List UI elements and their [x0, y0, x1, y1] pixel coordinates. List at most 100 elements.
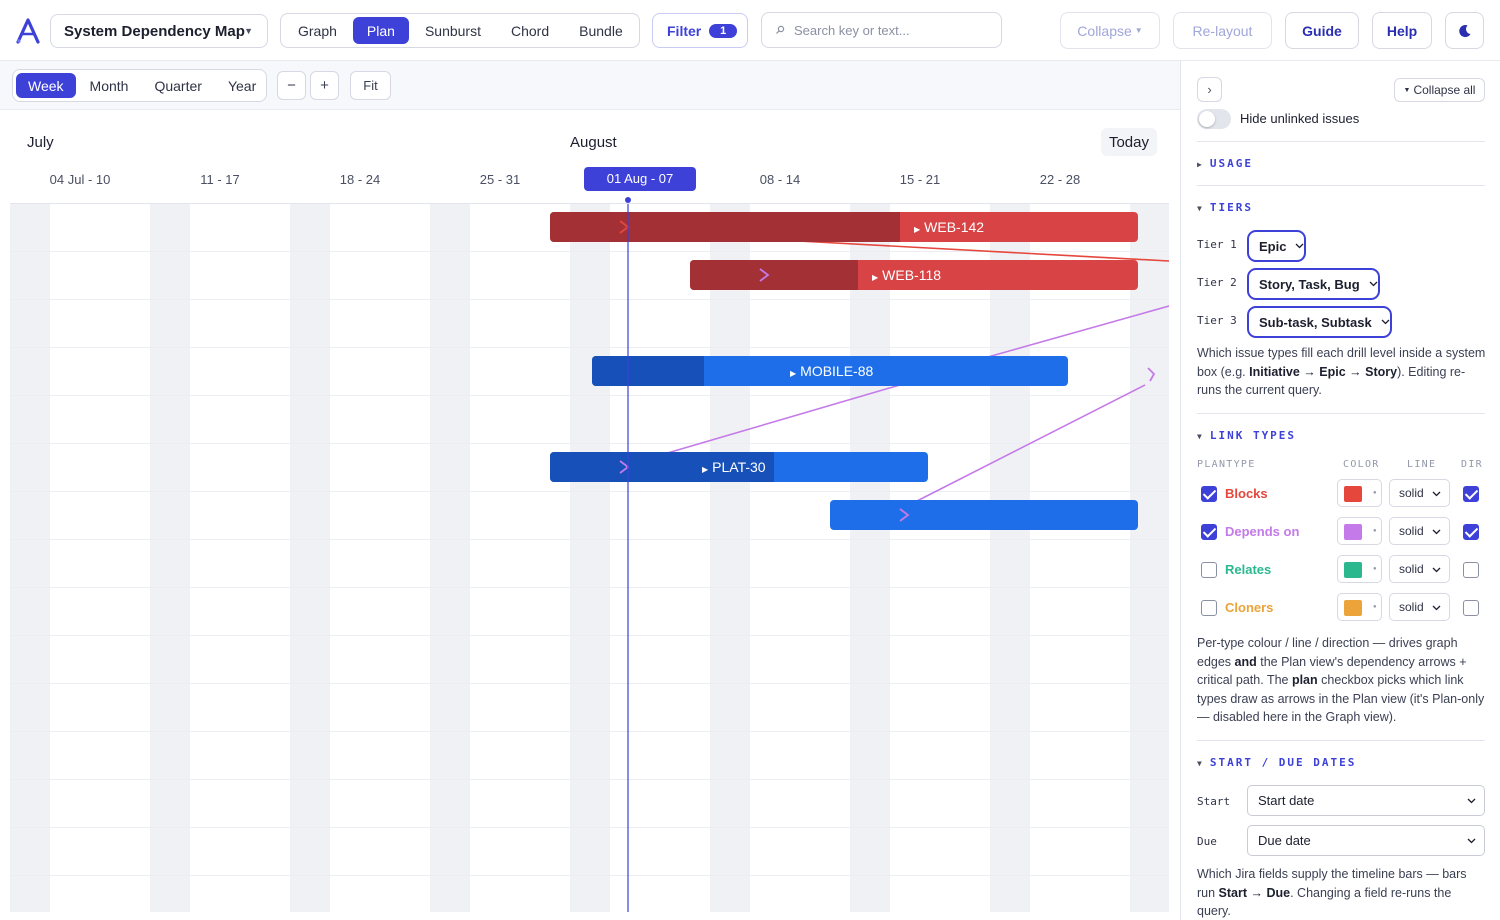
color-swatch	[1344, 600, 1362, 616]
dark-mode-toggle[interactable]	[1445, 12, 1484, 49]
search-input[interactable]	[794, 22, 984, 38]
view-tab-chord[interactable]: Chord	[497, 17, 563, 44]
zoom-week[interactable]: Week	[16, 73, 76, 98]
color-picker[interactable]: ●	[1337, 555, 1382, 583]
guide-button[interactable]: Guide	[1285, 12, 1359, 49]
line-style-select[interactable]: solid	[1389, 479, 1450, 507]
direction-checkbox[interactable]	[1463, 562, 1479, 578]
zoom-out-button[interactable]: −	[277, 71, 306, 100]
chevron-down-icon	[1381, 319, 1390, 325]
line-style-select[interactable]: solid	[1389, 517, 1450, 545]
caret-down-icon: ▼	[1197, 204, 1204, 213]
color-picker[interactable]: ●	[1337, 479, 1382, 507]
link-type-name: Depends on	[1225, 524, 1300, 539]
view-tab-graph[interactable]: Graph	[284, 17, 351, 44]
hide-unlinked-toggle[interactable]	[1197, 109, 1231, 129]
link-type-row: Blocks ● solid	[1197, 479, 1487, 509]
arrow-head-icon	[619, 460, 630, 474]
zoom-month[interactable]: Month	[78, 73, 141, 98]
project-name: System Dependency Map	[64, 22, 245, 40]
plan-checkbox[interactable]	[1201, 562, 1217, 578]
fit-button[interactable]: Fit	[350, 71, 391, 100]
caret-down-icon: ▼	[1197, 759, 1204, 768]
chevron-down-icon	[1432, 605, 1441, 611]
project-selector[interactable]: System Dependency Map ▼	[50, 14, 268, 48]
search-icon	[776, 25, 785, 34]
zoom-switcher: Week Month Quarter Year	[12, 69, 267, 102]
chevron-down-icon	[1369, 281, 1378, 287]
arrow-head-icon	[619, 220, 630, 234]
view-tab-bundle[interactable]: Bundle	[565, 17, 637, 44]
timeline-overlay	[619, 204, 1156, 912]
dot-icon: ●	[1373, 566, 1377, 572]
tiers-help-text: Which issue types fill each drill level …	[1197, 346, 1486, 398]
chevron-down-icon	[1432, 567, 1441, 573]
link-type-name: Relates	[1225, 562, 1272, 577]
arrow-head-icon	[899, 508, 910, 522]
direction-checkbox[interactable]	[1463, 600, 1479, 616]
chevron-down-icon	[1467, 798, 1476, 804]
start-date-select[interactable]: Start date	[1247, 785, 1485, 816]
settings-panel: › ▼ Collapse all Hide unlinked issues ▶ U…	[1180, 61, 1500, 920]
col-header-color: COLOR	[1343, 459, 1380, 470]
section-link-types-header[interactable]: ▼ LINK TYPES	[1197, 429, 1296, 442]
plan-checkbox[interactable]	[1201, 524, 1217, 540]
col-header-dir: DIR	[1461, 459, 1483, 470]
direction-checkbox[interactable]	[1463, 524, 1479, 540]
app-logo-icon[interactable]	[16, 18, 40, 44]
dates-help-text: Which Jira fields supply the timeline ba…	[1197, 867, 1467, 919]
today-dot	[625, 197, 631, 203]
zoom-in-button[interactable]: +	[310, 71, 339, 100]
color-swatch	[1344, 486, 1362, 502]
tier-3-select[interactable]: Sub-task, Subtask	[1247, 306, 1392, 338]
section-divider	[1197, 185, 1485, 186]
view-tab-sunburst[interactable]: Sunburst	[411, 17, 495, 44]
filter-button[interactable]: Filter 1	[652, 13, 748, 48]
due-date-select[interactable]: Due date	[1247, 825, 1485, 856]
chevron-down-icon	[1432, 529, 1441, 535]
line-style-select[interactable]: solid	[1389, 555, 1450, 583]
hide-unlinked-label: Hide unlinked issues	[1240, 111, 1360, 126]
help-button[interactable]: Help	[1372, 12, 1432, 49]
expand-panel-button[interactable]: ›	[1197, 77, 1222, 102]
section-tiers-header[interactable]: ▼ TIERS	[1197, 201, 1253, 214]
moon-icon	[1458, 24, 1470, 37]
tier-3-label: Tier 3	[1197, 314, 1237, 327]
caret-down-icon: ▼	[244, 26, 253, 36]
link-type-row: Depends on ● solid	[1197, 517, 1487, 547]
top-bar: System Dependency Map ▼ Graph Plan Sunbu…	[0, 0, 1500, 61]
view-switcher: Graph Plan Sunburst Chord Bundle	[280, 13, 640, 48]
section-dates-header[interactable]: ▼ START / DUE DATES	[1197, 756, 1356, 769]
zoom-quarter[interactable]: Quarter	[142, 73, 213, 98]
arrow-head-icon	[1147, 367, 1156, 382]
relayout-button[interactable]: Re-layout	[1173, 12, 1272, 49]
color-picker[interactable]: ●	[1337, 593, 1382, 621]
line-style-select[interactable]: solid	[1389, 593, 1450, 621]
chevron-down-icon	[1467, 838, 1476, 844]
collapse-button[interactable]: Collapse ▼	[1060, 12, 1160, 49]
color-picker[interactable]: ●	[1337, 517, 1382, 545]
tier-2-select[interactable]: Story, Task, Bug	[1247, 268, 1380, 300]
section-divider	[1197, 740, 1485, 741]
filter-label: Filter	[667, 22, 702, 39]
search-box	[761, 12, 1002, 48]
view-tab-plan[interactable]: Plan	[352, 17, 409, 44]
col-header-line: LINE	[1407, 459, 1437, 470]
arrow-head-icon	[759, 268, 770, 282]
collapse-all-button[interactable]: ▼ Collapse all	[1394, 78, 1485, 102]
today-marker-head	[625, 197, 631, 203]
col-header-plantype: PLANTYPE	[1197, 459, 1256, 470]
direction-checkbox[interactable]	[1463, 486, 1479, 502]
plan-checkbox[interactable]	[1201, 600, 1217, 616]
chevron-down-icon	[1296, 243, 1304, 249]
plan-checkbox[interactable]	[1201, 486, 1217, 502]
section-usage-header[interactable]: ▶ USAGE	[1197, 157, 1253, 170]
collapse-all-label: Collapse all	[1413, 83, 1476, 97]
dot-icon: ●	[1373, 604, 1377, 610]
link-type-row: Cloners ● solid	[1197, 593, 1487, 623]
zoom-year[interactable]: Year	[216, 73, 268, 98]
tier-1-select[interactable]: Epic	[1247, 230, 1307, 262]
caret-down-icon: ▼	[1197, 432, 1204, 441]
collapse-label: Collapse	[1077, 22, 1132, 39]
filter-count-badge: 1	[709, 23, 738, 38]
